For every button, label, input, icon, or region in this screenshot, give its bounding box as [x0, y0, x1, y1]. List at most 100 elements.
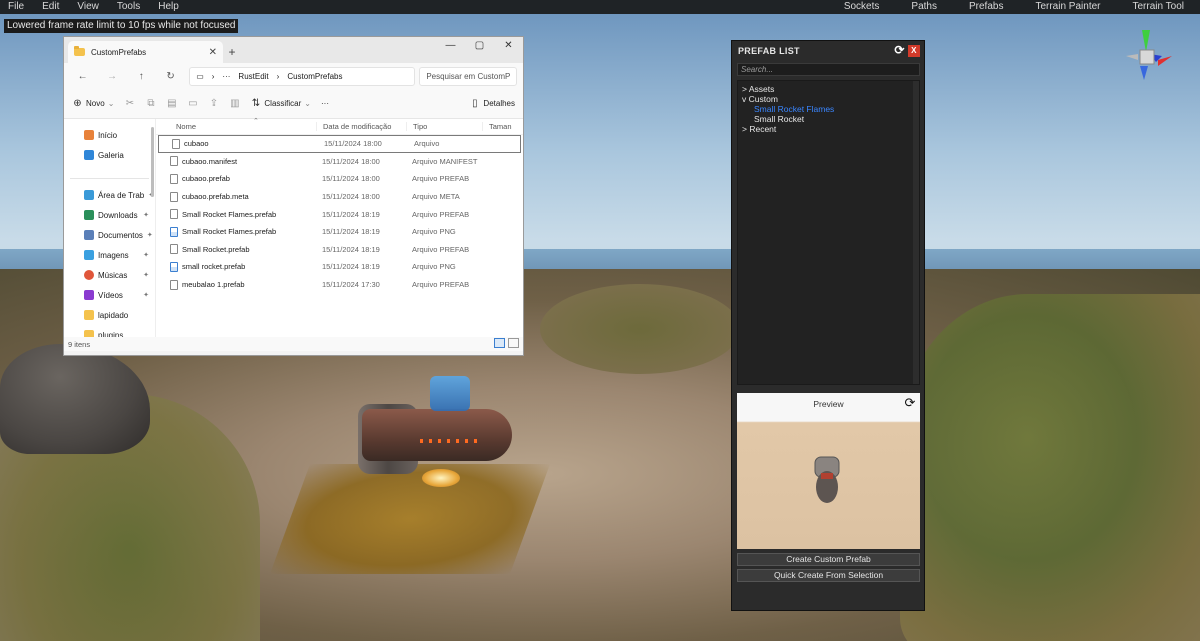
tree-item[interactable]: Small Rocket	[738, 114, 919, 124]
sidebar-item-desktop[interactable]: Área de Trab ✦	[64, 185, 155, 205]
prefab-search-input[interactable]: Search...	[737, 63, 920, 76]
new-button[interactable]: ⊕ Novo ⌄	[72, 98, 114, 109]
tab-title: CustomPrefabs	[91, 47, 147, 57]
sort-button[interactable]: ⇅ Classificar ⌄	[250, 98, 311, 109]
pin-icon[interactable]: ✦	[147, 231, 153, 239]
tree-item[interactable]: > Recent	[738, 124, 919, 134]
address-bar[interactable]: ▭ › ··· RustEdit › CustomPrefabs	[189, 66, 416, 86]
column-type[interactable]: Tipo	[406, 122, 482, 131]
maximize-icon[interactable]: ▢	[465, 37, 494, 55]
file-type: Arquivo MANIFEST	[412, 156, 478, 166]
rocket-prefab[interactable]	[362, 409, 512, 461]
table-row[interactable]: small rocket.prefab 15/11/2024 18:19 Arqui…	[156, 258, 523, 276]
tree-item[interactable]: > Assets	[738, 84, 919, 94]
axis-gizmo-icon[interactable]	[1118, 26, 1174, 82]
cut-icon[interactable]: ✂	[124, 98, 135, 109]
menu-help[interactable]: Help	[149, 0, 188, 14]
pin-icon[interactable]: ✦	[143, 211, 149, 219]
pin-icon[interactable]: ✦	[143, 251, 149, 259]
rename-icon[interactable]: ▭	[187, 98, 198, 109]
menu-tools[interactable]: Tools	[108, 0, 149, 14]
file-type: Arquivo PREFAB	[412, 244, 470, 254]
new-tab-button[interactable]: +	[223, 41, 241, 63]
column-date[interactable]: Data de modificação	[316, 122, 406, 131]
refresh-icon[interactable]: ⟳	[893, 44, 906, 57]
sidebar-item-inicio[interactable]: Início	[64, 125, 155, 145]
table-row[interactable]: Small Rocket Flames.prefab 15/11/2024 18:…	[156, 223, 523, 241]
table-row[interactable]: cubaoo 15/11/2024 18:00 Arquivo	[158, 135, 521, 153]
ellipsis-icon[interactable]: ···	[222, 72, 230, 81]
delete-icon[interactable]: ▥	[229, 98, 240, 109]
pin-icon[interactable]: ✦	[143, 271, 149, 279]
minimize-icon[interactable]: —	[436, 37, 465, 55]
prefab-preview[interactable]: Preview ⟳	[737, 393, 920, 549]
sidebar-item-musicas[interactable]: Músicas ✦	[64, 265, 155, 285]
tiles-view-icon[interactable]	[508, 338, 519, 348]
sidebar-item-lapidado[interactable]: lapidado	[64, 305, 155, 325]
sidebar-item-imagens[interactable]: Imagens ✦	[64, 245, 155, 265]
back-arrow-icon[interactable]: ←	[70, 71, 95, 82]
breadcrumb-rustedit[interactable]: RustEdit	[238, 72, 268, 81]
file-name-cell: cubaoo	[158, 138, 318, 149]
file-name: cubaoo.prefab.meta	[182, 192, 249, 202]
close-tab-icon[interactable]: ✕	[209, 47, 217, 58]
rotate-icon[interactable]: ⟳	[903, 396, 917, 410]
breadcrumb-customprefabs[interactable]: CustomPrefabs	[287, 72, 342, 81]
sidebar-item-label: Vídeos	[98, 290, 123, 300]
transform-handle[interactable]	[422, 469, 460, 487]
details-view-icon[interactable]	[494, 338, 505, 348]
chevron-right-icon: ›	[211, 71, 215, 81]
close-window-icon[interactable]: ✕	[494, 37, 523, 55]
menu-sockets[interactable]: Sockets	[828, 0, 896, 14]
quick-create-button[interactable]: Quick Create From Selection	[737, 569, 920, 582]
sidebar-item-galeria[interactable]: Galeria	[64, 145, 155, 165]
file-explorer-window[interactable]: CustomPrefabs ✕ + — ▢ ✕ ← → ↑ ↻ ▭ › ··· …	[63, 36, 524, 356]
menu-file[interactable]: File	[0, 0, 33, 14]
column-size[interactable]: Taman	[482, 122, 512, 131]
window-controls: — ▢ ✕	[436, 37, 523, 55]
menu-edit[interactable]: Edit	[33, 0, 68, 14]
pin-icon[interactable]: ✦	[143, 291, 149, 299]
create-custom-prefab-button[interactable]: Create Custom Prefab	[737, 553, 920, 566]
sidebar-item-videos[interactable]: Vídeos ✦	[64, 285, 155, 305]
item-count: 9 itens	[68, 339, 91, 349]
table-row[interactable]: meubalao 1.prefab 15/11/2024 17:30 Arquivo…	[156, 276, 523, 294]
sidebar-item-label: Galeria	[98, 150, 124, 160]
copy-icon[interactable]: ⧉	[145, 98, 156, 109]
menu-paths[interactable]: Paths	[895, 0, 953, 14]
refresh-icon[interactable]: ↻	[158, 71, 183, 82]
details-button[interactable]: ▯ Detalhes	[469, 98, 515, 109]
documents-icon	[84, 230, 94, 240]
table-row[interactable]: cubaoo.prefab 15/11/2024 18:00 Arquivo PRE…	[156, 170, 523, 188]
menu-terrain-painter[interactable]: Terrain Painter	[1019, 0, 1116, 14]
file-date: 15/11/2024 18:00	[322, 192, 380, 202]
close-button[interactable]: X	[908, 45, 920, 57]
sidebar-scrollbar[interactable]	[151, 127, 154, 197]
sidebar-item-downloads[interactable]: Downloads ✦	[64, 205, 155, 225]
menu-view[interactable]: View	[68, 0, 108, 14]
tree-item[interactable]: v Custom	[738, 94, 919, 104]
table-row[interactable]: cubaoo.manifest 15/11/2024 18:00 Arquivo M…	[156, 153, 523, 171]
home-icon	[84, 130, 94, 140]
column-name[interactable]: Nome	[156, 122, 316, 131]
menu-terrain-tool[interactable]: Terrain Tool	[1116, 0, 1200, 14]
file-date: 15/11/2024 18:00	[322, 156, 380, 166]
forward-arrow-icon[interactable]: →	[99, 71, 124, 82]
share-icon[interactable]: ⇪	[208, 98, 219, 109]
file-name-cell: Small Rocket Flames.prefab	[156, 226, 316, 237]
table-row[interactable]: cubaoo.prefab.meta 15/11/2024 18:00 Arquiv…	[156, 188, 523, 206]
rocket-seat[interactable]	[430, 376, 470, 411]
search-input[interactable]: Pesquisar em CustomP	[419, 66, 517, 86]
table-row[interactable]: Small Rocket.prefab 15/11/2024 18:19 Arqui…	[156, 241, 523, 259]
file-date: 15/11/2024 18:19	[322, 209, 380, 219]
paste-icon[interactable]: ▤	[166, 98, 177, 109]
more-options-button[interactable]: ···	[321, 99, 329, 108]
explorer-tab[interactable]: CustomPrefabs ✕	[68, 41, 223, 63]
menu-prefabs[interactable]: Prefabs	[953, 0, 1019, 14]
sidebar-item-documentos[interactable]: Documentos ✦	[64, 225, 155, 245]
table-row[interactable]: Small Rocket Flames.prefab 15/11/2024 18:…	[156, 205, 523, 223]
tree-item[interactable]: Small Rocket Flames	[738, 104, 919, 114]
preview-label: Preview	[813, 399, 844, 409]
tree-scrollbar[interactable]	[913, 81, 919, 384]
up-arrow-icon[interactable]: ↑	[129, 71, 154, 82]
